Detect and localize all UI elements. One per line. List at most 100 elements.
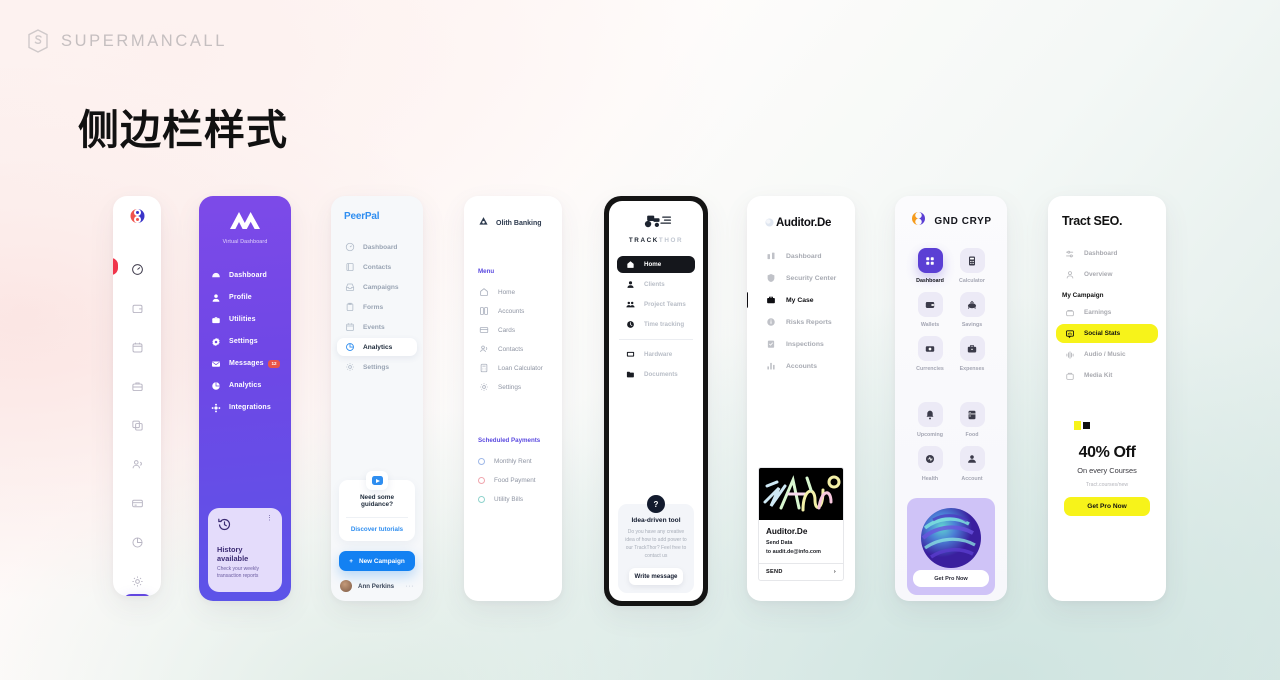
- nav-item-dashboard[interactable]: Dashboard: [337, 238, 417, 256]
- rail-item-copy[interactable]: [124, 412, 150, 438]
- nav-item-events[interactable]: Events: [337, 318, 417, 336]
- rail-item-card[interactable]: [124, 490, 150, 516]
- nav-item-time-tracking[interactable]: Time tracking: [617, 316, 695, 333]
- nav-item-analytics[interactable]: Analytics: [337, 338, 417, 356]
- rail-item-briefcase[interactable]: [124, 373, 150, 399]
- nav-item-utilities[interactable]: Utilities: [210, 311, 280, 328]
- tile-calculator[interactable]: Calculator: [951, 248, 993, 284]
- nav-item-accounts[interactable]: Accounts: [478, 303, 562, 319]
- play-video-icon[interactable]: [366, 471, 388, 490]
- nav-item-profile[interactable]: Profile: [210, 289, 280, 306]
- rail-item-users[interactable]: [124, 451, 150, 477]
- send-card-line2: to audit.de@info.com: [766, 549, 821, 556]
- write-message-button[interactable]: Write message: [629, 568, 683, 585]
- nav-item-my-case[interactable]: My Case: [747, 291, 855, 309]
- history-card[interactable]: ⋮ History available Check your weekly tr…: [208, 507, 282, 592]
- nav-item-project-teams[interactable]: Project Teams: [617, 296, 695, 313]
- nav-item-loan-calculator[interactable]: Loan Calculator: [478, 360, 562, 376]
- nav-item-hardware[interactable]: Hardware: [617, 346, 695, 363]
- tile-wallets[interactable]: Wallets: [909, 292, 951, 328]
- send-label: SEND: [766, 569, 783, 575]
- fridge-icon: [959, 402, 985, 427]
- rail-item-pie-chart[interactable]: [124, 529, 150, 555]
- nav-item-earnings[interactable]: Earnings: [1056, 303, 1158, 322]
- nav-item-home[interactable]: Home: [478, 284, 562, 300]
- nav-item-media-kit[interactable]: Media Kit: [1056, 366, 1158, 385]
- active-indicator-bar: [747, 292, 748, 308]
- divider: [619, 339, 693, 340]
- icon-rail-list: [124, 256, 150, 594]
- nav-item-settings[interactable]: Settings: [210, 333, 280, 350]
- s-monogram-icon: [26, 28, 50, 54]
- rail-item-wallet[interactable]: [124, 295, 150, 321]
- nav-item-messages[interactable]: Messages 12: [210, 355, 280, 372]
- send-card-line1: Send Data: [766, 540, 793, 547]
- nav-label: Dashboard: [786, 252, 822, 260]
- nav-label: Accounts: [786, 362, 817, 370]
- nav-label: Settings: [498, 383, 522, 391]
- payment-item-food-payment[interactable]: Food Payment: [478, 472, 562, 488]
- yin-yang-logo-icon[interactable]: [128, 209, 147, 228]
- dashboard-icon: [210, 270, 221, 281]
- peerpal-nav: Dashboard Contacts Campaigns Forms Event…: [331, 238, 423, 376]
- payment-item-utility-bills[interactable]: Utility Bills: [478, 491, 562, 507]
- ellipsis-icon[interactable]: ···: [406, 583, 415, 590]
- tile-food[interactable]: Food: [951, 402, 993, 438]
- nav-item-dashboard[interactable]: Dashboard: [1056, 244, 1158, 263]
- rail-item-calendar[interactable]: [124, 334, 150, 360]
- nav-item-dashboard[interactable]: Dashboard: [210, 267, 280, 284]
- get-pro-now-button[interactable]: Get Pro Now: [1064, 497, 1150, 516]
- user-name: Ann Perkins: [358, 582, 395, 590]
- get-pro-now-button[interactable]: Get Pro Now: [913, 570, 989, 587]
- idea-card-text: Do you have any creative idea of how to …: [625, 529, 687, 559]
- tile-expenses[interactable]: Expenses: [951, 336, 993, 372]
- rail-item-gear[interactable]: [124, 568, 150, 594]
- nav-item-audio-music[interactable]: Audio / Music: [1056, 345, 1158, 364]
- brand: SUPERMANCALL: [26, 28, 227, 54]
- peerpal-user-row[interactable]: Ann Perkins ···: [340, 580, 414, 592]
- gnd-name: GND CRYP: [934, 215, 992, 227]
- sidebar-showcase-rail: + Virtual Dashboard Dashboard Profile Ut…: [0, 196, 1280, 606]
- nav-label: Messages: [229, 360, 264, 367]
- nav-item-documents[interactable]: Documents: [617, 366, 695, 383]
- nav-item-contacts[interactable]: Contacts: [478, 341, 562, 357]
- nav-item-home[interactable]: Home: [617, 256, 695, 273]
- chevron-right-icon: ›: [833, 569, 836, 575]
- nav-item-settings[interactable]: Settings: [478, 379, 562, 395]
- auditor-nav: Dashboard Security Center My Case Risks …: [747, 247, 855, 375]
- nav-item-overview[interactable]: Overview: [1056, 265, 1158, 284]
- bell-icon: [917, 402, 943, 427]
- tile-account[interactable]: Account: [951, 446, 993, 482]
- new-campaign-button[interactable]: + New Campaign: [339, 551, 415, 571]
- nav-item-social-stats[interactable]: Social Stats: [1056, 324, 1158, 343]
- nav-item-security-center[interactable]: Security Center: [747, 269, 855, 287]
- tile-health[interactable]: Health: [909, 446, 951, 482]
- rail-item-gauge[interactable]: [124, 256, 150, 282]
- nav-item-accounts[interactable]: Accounts: [747, 357, 855, 375]
- nav-item-dashboard[interactable]: Dashboard: [747, 247, 855, 265]
- gear-icon: [478, 382, 489, 393]
- nav-label: Clients: [644, 281, 665, 288]
- grid-dots-icon: [917, 248, 943, 273]
- tile-savings[interactable]: Savings: [951, 292, 993, 328]
- vertical-dots-icon[interactable]: ⋮: [266, 515, 273, 522]
- nav-item-clients[interactable]: Clients: [617, 276, 695, 293]
- nav-item-analytics[interactable]: Analytics: [210, 377, 280, 394]
- payment-item-monthly-rent[interactable]: Monthly Rent: [478, 453, 562, 469]
- nav-item-contacts[interactable]: Contacts: [337, 258, 417, 276]
- send-button[interactable]: SEND ›: [759, 563, 843, 580]
- nav-item-campaigns[interactable]: Campaigns: [337, 278, 417, 296]
- word-secondary: THOR: [658, 237, 684, 244]
- nav-item-settings[interactable]: Settings: [337, 358, 417, 376]
- inbox-icon: [344, 282, 355, 293]
- nav-item-forms[interactable]: Forms: [337, 298, 417, 316]
- nav-item-risks-reports[interactable]: Risks Reports: [747, 313, 855, 331]
- nav-item-cards[interactable]: Cards: [478, 322, 562, 338]
- nav-item-integrations[interactable]: Integrations: [210, 399, 280, 416]
- tile-dashboard[interactable]: Dashboard: [909, 248, 951, 284]
- discover-tutorials-link[interactable]: Discover tutorials: [346, 517, 408, 541]
- add-button[interactable]: +: [122, 594, 152, 596]
- tile-upcoming[interactable]: Upcoming: [909, 402, 951, 438]
- nav-item-inspections[interactable]: Inspections: [747, 335, 855, 353]
- tile-currencies[interactable]: Currencies: [909, 336, 951, 372]
